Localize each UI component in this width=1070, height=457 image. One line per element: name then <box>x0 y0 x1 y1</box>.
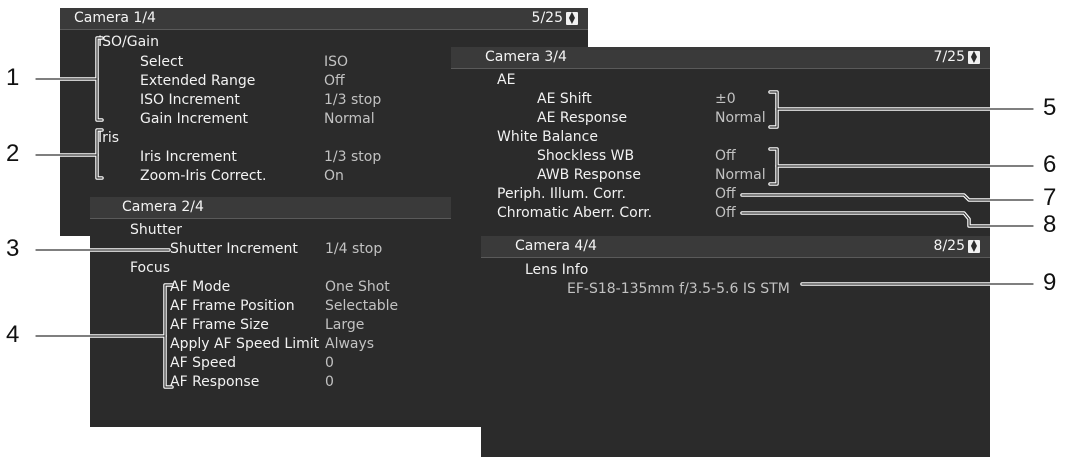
callout-number-5: 5 <box>1043 94 1057 121</box>
callout-number-7: 7 <box>1043 184 1057 211</box>
callout-number-1: 1 <box>6 64 20 91</box>
callout-number-6: 6 <box>1043 151 1057 178</box>
callout-number-4: 4 <box>6 321 20 348</box>
callout-number-9: 9 <box>1043 269 1057 296</box>
callout-line-7 <box>740 193 1035 202</box>
callout-overlay <box>34 36 1035 389</box>
callout-number-2: 2 <box>6 140 20 167</box>
callout-line-8 <box>740 211 1035 228</box>
callout-number-3: 3 <box>6 235 20 262</box>
callout-number-8: 8 <box>1043 211 1057 238</box>
